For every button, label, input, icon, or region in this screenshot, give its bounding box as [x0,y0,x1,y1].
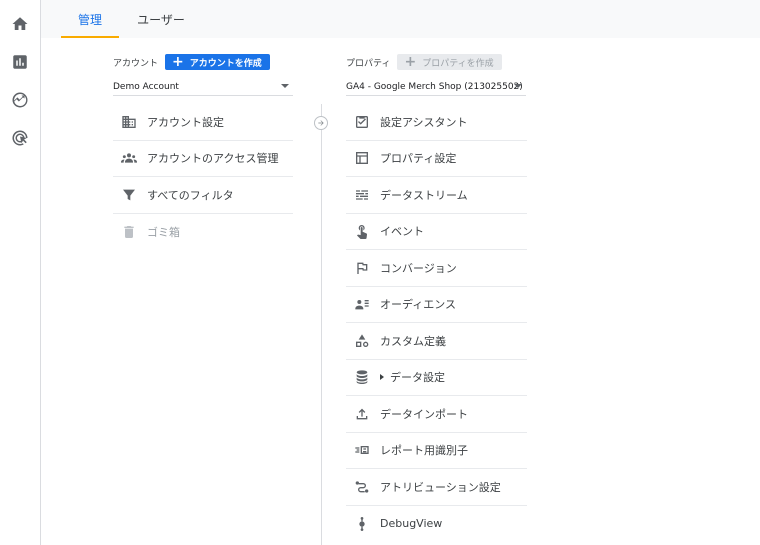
property-label: プロパティ [346,58,391,69]
checklist-icon [352,112,372,132]
attribution-icon [352,477,372,497]
menu-item-label: データインポート [380,407,468,421]
property-menu: 設定アシスタント プロパティ設定 データストリーム イベント コンバージョン オ… [346,104,527,542]
explore-icon[interactable] [10,90,30,110]
shapes-icon [352,331,372,351]
property-selector[interactable]: GA4 - Google Merch Shop (213025502) [346,78,526,96]
expand-arrow-icon[interactable] [380,374,384,381]
menu-item-label: レポート用識別子 [380,444,468,458]
touch-icon [352,221,372,241]
advertising-icon[interactable] [10,128,30,148]
menu-item-property-settings[interactable]: プロパティ設定 [346,141,527,177]
tab-user-label: ユーザー [137,12,185,27]
account-selector[interactable]: Demo Account [113,78,293,96]
account-selected-value: Demo Account [113,81,179,92]
admin-content: アカウント + アカウントを作成 Demo Account アカウント設定 アカ… [61,38,760,545]
column-link-arrow-icon[interactable] [314,116,328,130]
menu-item-label: イベント [380,225,424,239]
menu-item-label: 設定アシスタント [380,115,468,129]
flag-icon [352,258,372,278]
top-tab-bar: 管理 ユーザー [41,0,760,38]
menu-item-label: DebugView [380,517,443,531]
menu-item-debugview[interactable]: DebugView [346,506,527,543]
menu-item-label: データ設定 [390,371,445,385]
menu-item-data-settings[interactable]: データ設定 [346,360,527,396]
trash-icon [119,222,139,242]
identity-icon [352,440,372,460]
menu-item-setup-assistant[interactable]: 設定アシスタント [346,104,527,141]
nav-rail [0,0,41,545]
property-settings-icon [352,148,372,168]
menu-item-label: コンバージョン [380,261,457,275]
menu-item-label: ゴミ箱 [147,225,180,239]
create-property-label: プロパティを作成 [422,58,494,69]
column-divider [321,104,322,545]
menu-item-data-streams[interactable]: データストリーム [346,177,527,214]
reports-icon[interactable] [10,52,30,72]
menu-item-trash[interactable]: ゴミ箱 [113,214,293,251]
menu-item-audiences[interactable]: オーディエンス [346,287,527,323]
people-icon [119,148,139,168]
menu-item-custom-definitions[interactable]: カスタム定義 [346,323,527,360]
menu-item-label: アトリビューション設定 [380,480,501,494]
account-menu: アカウント設定 アカウントのアクセス管理 すべてのフィルタ ゴミ箱 [113,104,293,250]
property-column-header: プロパティ + プロパティを作成 [346,54,502,70]
menu-item-label: オーディエンス [380,298,457,312]
menu-item-label: アカウントのアクセス管理 [147,152,279,166]
debug-icon [352,514,372,534]
account-label: アカウント [113,58,159,69]
menu-item-account-access[interactable]: アカウントのアクセス管理 [113,141,293,177]
account-column-header: アカウント + アカウントを作成 [113,54,270,70]
menu-item-reporting-identity[interactable]: レポート用識別子 [346,433,527,469]
create-property-button[interactable]: + プロパティを作成 [397,54,502,70]
menu-item-label: すべてのフィルタ [147,188,234,202]
menu-item-label: カスタム定義 [380,334,446,348]
menu-item-label: プロパティ設定 [380,152,457,166]
create-account-label: アカウントを作成 [189,58,262,69]
plus-icon: + [404,54,417,70]
tab-user[interactable]: ユーザー [127,0,195,38]
menu-item-attribution-settings[interactable]: アトリビューション設定 [346,469,527,506]
dropdown-caret-icon [281,84,289,88]
tab-admin[interactable]: 管理 [61,0,119,38]
create-account-button[interactable]: + アカウントを作成 [165,54,270,70]
audience-icon [352,294,372,314]
tab-admin-label: 管理 [77,12,102,27]
menu-item-account-settings[interactable]: アカウント設定 [113,104,293,141]
menu-item-label: アカウント設定 [147,115,224,129]
home-icon[interactable] [10,14,30,34]
menu-item-label: データストリーム [380,188,468,202]
filter-icon [119,185,139,205]
menu-item-all-filters[interactable]: すべてのフィルタ [113,177,293,214]
plus-icon: + [172,54,184,70]
building-icon [119,112,139,132]
property-selected-value: GA4 - Google Merch Shop (213025502) [346,81,523,92]
data-streams-icon [352,185,372,205]
database-icon [352,367,372,387]
upload-icon [352,404,372,424]
dropdown-caret-icon [514,84,522,88]
menu-item-data-import[interactable]: データインポート [346,396,527,433]
menu-item-conversions[interactable]: コンバージョン [346,250,527,287]
menu-item-events[interactable]: イベント [346,214,527,250]
